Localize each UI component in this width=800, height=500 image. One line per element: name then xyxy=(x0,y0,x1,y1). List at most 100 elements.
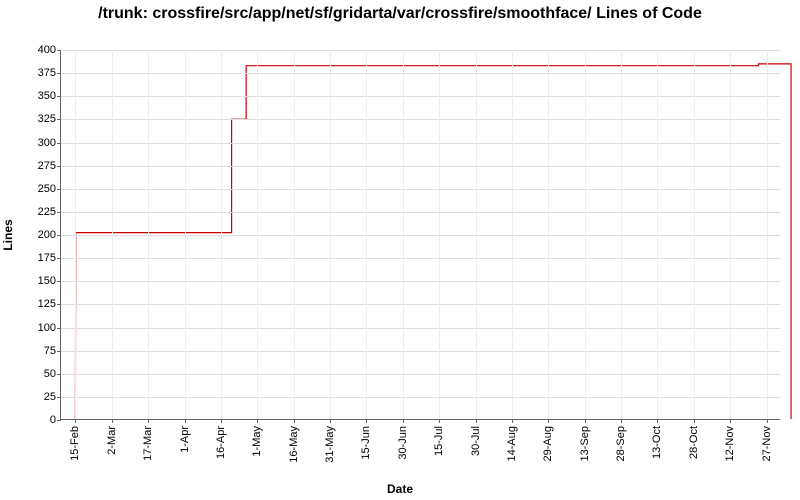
y-tick xyxy=(57,235,61,236)
x-tick-label: 16-Apr xyxy=(215,426,227,481)
y-tick-label: 225 xyxy=(16,206,56,218)
y-tick-label: 275 xyxy=(16,160,56,172)
y-tick xyxy=(57,328,61,329)
x-grid-line xyxy=(512,50,513,419)
y-grid-line xyxy=(61,328,780,329)
x-grid-line xyxy=(476,50,477,419)
y-tick-label: 100 xyxy=(16,322,56,334)
x-tick-label: 30-Jul xyxy=(470,426,482,481)
x-tick-label: 30-Jun xyxy=(397,426,409,481)
y-tick xyxy=(57,397,61,398)
x-grid-line xyxy=(148,50,149,419)
x-tick xyxy=(403,419,404,423)
x-tick xyxy=(330,419,331,423)
plot-area xyxy=(60,50,780,420)
y-grid-line xyxy=(61,235,780,236)
x-tick xyxy=(657,419,658,423)
x-grid-line xyxy=(403,50,404,419)
x-tick xyxy=(621,419,622,423)
x-tick xyxy=(730,419,731,423)
x-grid-line xyxy=(767,50,768,419)
x-tick xyxy=(257,419,258,423)
y-tick xyxy=(57,258,61,259)
y-tick xyxy=(57,119,61,120)
y-grid-line xyxy=(61,119,780,120)
x-grid-line xyxy=(185,50,186,419)
x-tick-label: 28-Oct xyxy=(688,426,700,481)
y-tick xyxy=(57,304,61,305)
y-tick xyxy=(57,50,61,51)
x-tick xyxy=(75,419,76,423)
y-tick-label: 0 xyxy=(16,414,56,426)
x-tick xyxy=(439,419,440,423)
x-tick xyxy=(366,419,367,423)
y-tick-label: 300 xyxy=(16,137,56,149)
y-grid-line xyxy=(61,304,780,305)
x-tick xyxy=(294,419,295,423)
y-grid-line xyxy=(61,397,780,398)
x-tick xyxy=(148,419,149,423)
x-tick-label: 13-Sep xyxy=(579,426,591,481)
y-tick xyxy=(57,374,61,375)
x-tick xyxy=(585,419,586,423)
y-tick-label: 375 xyxy=(16,67,56,79)
y-tick xyxy=(57,73,61,74)
y-tick-label: 175 xyxy=(16,252,56,264)
x-tick-label: 14-Aug xyxy=(506,426,518,481)
y-tick xyxy=(57,96,61,97)
chart-title: /trunk: crossfire/src/app/net/sf/gridart… xyxy=(0,4,800,24)
x-grid-line xyxy=(221,50,222,419)
x-tick-label: 1-Apr xyxy=(179,426,191,481)
y-tick-label: 200 xyxy=(16,229,56,241)
chart-container: /trunk: crossfire/src/app/net/sf/gridart… xyxy=(0,0,800,500)
x-grid-line xyxy=(75,50,76,419)
x-tick xyxy=(221,419,222,423)
y-grid-line xyxy=(61,258,780,259)
x-grid-line xyxy=(621,50,622,419)
x-tick-label: 1-May xyxy=(251,426,263,481)
y-tick-label: 75 xyxy=(16,345,56,357)
x-grid-line xyxy=(294,50,295,419)
y-tick xyxy=(57,166,61,167)
y-tick-label: 350 xyxy=(16,90,56,102)
y-grid-line xyxy=(61,166,780,167)
y-grid-line xyxy=(61,351,780,352)
y-axis-label: Lines xyxy=(1,219,15,250)
y-tick xyxy=(57,281,61,282)
x-tick-label: 15-Jun xyxy=(360,426,372,481)
x-tick-label: 15-Feb xyxy=(69,426,81,481)
x-tick-label: 27-Nov xyxy=(761,426,773,481)
y-tick xyxy=(57,420,61,421)
y-tick-label: 50 xyxy=(16,368,56,380)
x-grid-line xyxy=(548,50,549,419)
y-tick-label: 400 xyxy=(16,44,56,56)
y-tick xyxy=(57,189,61,190)
x-grid-line xyxy=(366,50,367,419)
y-tick-label: 125 xyxy=(16,298,56,310)
x-tick xyxy=(767,419,768,423)
x-tick xyxy=(185,419,186,423)
y-grid-line xyxy=(61,73,780,74)
y-grid-line xyxy=(61,96,780,97)
y-tick-label: 25 xyxy=(16,391,56,403)
y-tick xyxy=(57,212,61,213)
x-tick-label: 13-Oct xyxy=(651,426,663,481)
x-tick xyxy=(476,419,477,423)
x-grid-line xyxy=(585,50,586,419)
x-tick xyxy=(694,419,695,423)
y-tick-label: 250 xyxy=(16,183,56,195)
x-grid-line xyxy=(112,50,113,419)
y-grid-line xyxy=(61,212,780,213)
y-grid-line xyxy=(61,143,780,144)
x-grid-line xyxy=(657,50,658,419)
x-tick-label: 15-Jul xyxy=(433,426,445,481)
x-tick xyxy=(112,419,113,423)
x-grid-line xyxy=(330,50,331,419)
series-line xyxy=(75,64,791,419)
y-tick xyxy=(57,143,61,144)
x-tick-label: 16-May xyxy=(288,426,300,481)
y-grid-line xyxy=(61,189,780,190)
x-tick xyxy=(512,419,513,423)
x-tick xyxy=(548,419,549,423)
x-tick-label: 31-May xyxy=(324,426,336,481)
